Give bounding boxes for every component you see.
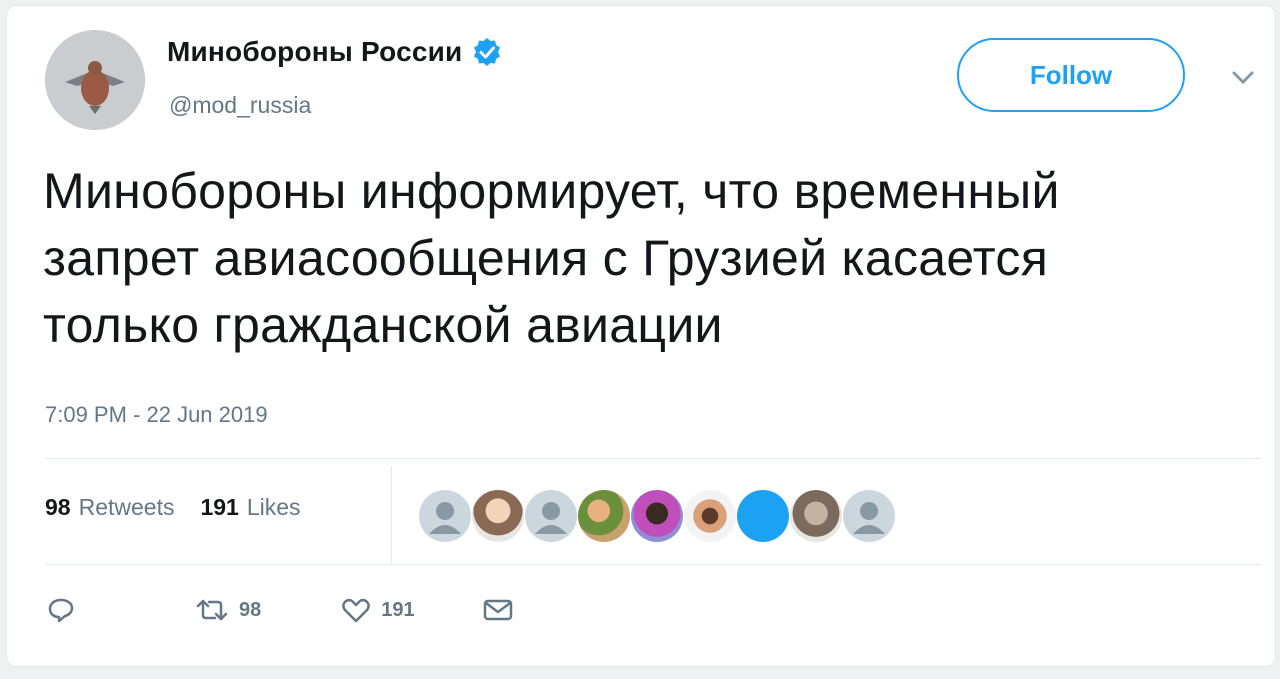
retweet-icon — [196, 599, 228, 621]
emblem-icon — [45, 30, 145, 130]
like-button[interactable]: 191 — [341, 596, 415, 624]
tweet-text-line: запрет авиасообщения с Грузией касается — [43, 230, 1049, 286]
profile-avatar[interactable] — [45, 30, 145, 130]
default-avatar-icon — [853, 502, 885, 534]
likers-avatar-list — [419, 490, 896, 542]
stats-separator — [391, 466, 392, 564]
tweet-actions: 98 191 — [47, 596, 513, 624]
liker-avatar[interactable] — [843, 490, 895, 542]
follow-button[interactable]: Follow — [957, 38, 1185, 112]
reply-button[interactable] — [47, 596, 75, 624]
likes-stat[interactable]: 191 Likes — [200, 494, 300, 521]
liker-avatar[interactable] — [737, 490, 789, 542]
engagement-stats: 98 Retweets 191 Likes — [45, 494, 327, 521]
liker-avatar[interactable] — [472, 490, 524, 542]
liker-avatar[interactable] — [525, 490, 577, 542]
retweets-stat[interactable]: 98 Retweets — [45, 494, 174, 521]
likes-label: Likes — [246, 494, 301, 520]
divider — [45, 458, 1261, 459]
verified-badge-icon — [472, 37, 502, 67]
like-count: 191 — [381, 598, 415, 621]
retweet-count: 98 — [239, 598, 262, 621]
default-avatar-icon — [429, 502, 461, 534]
tweet-timestamp[interactable]: 7:09 PM - 22 Jun 2019 — [45, 402, 268, 428]
liker-avatar[interactable] — [684, 490, 736, 542]
tweet-text: Минобороны информирует, что временный за… — [43, 158, 1263, 359]
chevron-down-icon[interactable] — [1229, 68, 1257, 88]
tweet-text-line: Минобороны информирует, что временный — [43, 163, 1060, 219]
direct-message-button[interactable] — [483, 598, 513, 622]
tweet-card: Минобороны России @mod_russia Follow Мин… — [6, 5, 1276, 667]
account-display-name[interactable]: Минобороны России — [167, 36, 462, 68]
account-handle[interactable]: @mod_russia — [169, 92, 311, 119]
liker-avatar[interactable] — [578, 490, 630, 542]
reply-icon — [48, 598, 74, 623]
divider — [45, 564, 1261, 565]
retweets-count: 98 — [45, 494, 71, 520]
liker-avatar[interactable] — [790, 490, 842, 542]
default-avatar-icon — [535, 502, 567, 534]
envelope-icon — [483, 599, 512, 621]
retweets-label: Retweets — [78, 494, 175, 520]
liker-avatar[interactable] — [419, 490, 471, 542]
likes-count: 191 — [200, 494, 239, 520]
heart-icon — [342, 598, 371, 623]
tweet-text-line: только гражданской авиации — [43, 297, 723, 353]
liker-avatar[interactable] — [631, 490, 683, 542]
retweet-button[interactable]: 98 — [195, 597, 261, 623]
